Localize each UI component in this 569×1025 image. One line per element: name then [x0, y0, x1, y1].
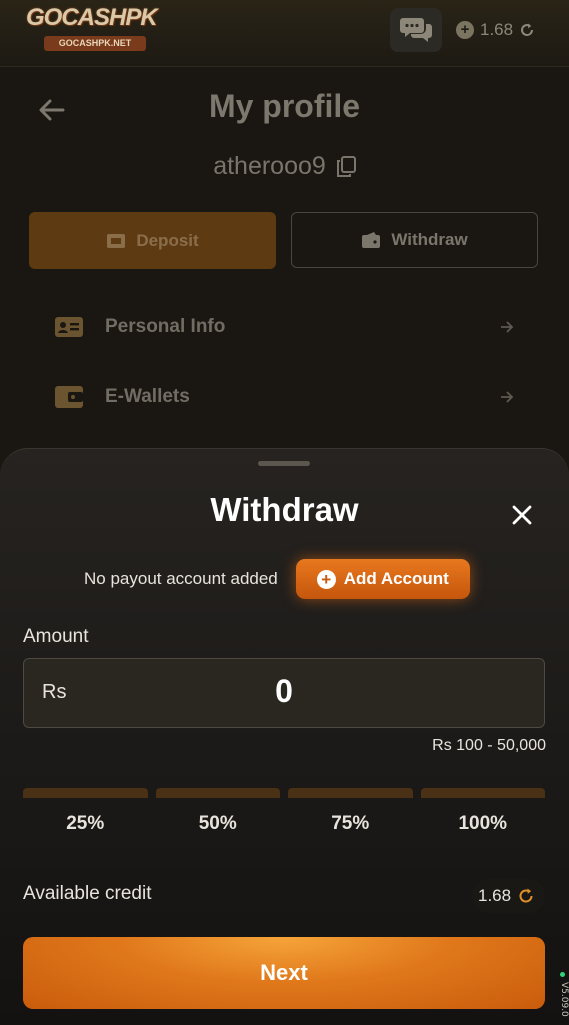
drag-handle[interactable] — [258, 461, 310, 466]
close-icon[interactable] — [508, 501, 536, 529]
copy-icon[interactable] — [336, 155, 356, 178]
pct-option-25[interactable]: 25% — [23, 813, 148, 835]
wallet-icon — [55, 386, 83, 408]
id-card-icon — [55, 317, 83, 337]
pct-option-100[interactable]: 100% — [421, 813, 546, 835]
add-account-label: Add Account — [343, 569, 449, 588]
sheet-title: Withdraw — [210, 491, 359, 528]
available-credit-label: Available credit — [23, 883, 152, 904]
menu-label: E-Wallets — [105, 386, 190, 407]
pct-option-50[interactable]: 50% — [156, 813, 281, 835]
username-row: atherooo9 — [0, 152, 569, 181]
plus-circle-icon[interactable]: + — [456, 21, 474, 39]
deposit-icon — [107, 233, 126, 248]
logo-text: GOCASHPK — [26, 4, 158, 31]
percentage-options: 25% 50% 75% 100% — [23, 813, 545, 835]
withdraw-label: Withdraw — [391, 230, 468, 249]
pct-bar-100[interactable] — [420, 788, 545, 798]
arrow-right-icon — [501, 391, 514, 403]
menu-label: Personal Info — [105, 316, 226, 337]
available-credit-value: 1.68 — [478, 886, 512, 905]
amount-label: Amount — [23, 626, 89, 647]
logo-subtext: GOCASHPK.NET — [44, 36, 146, 51]
deposit-label: Deposit — [136, 230, 199, 250]
refresh-icon[interactable] — [517, 887, 535, 905]
pct-bar-75[interactable] — [288, 788, 413, 798]
brand-logo[interactable]: GOCASHPK GOCASHPK.NET — [26, 4, 168, 52]
available-credit-pill[interactable]: 1.68 — [472, 879, 546, 913]
plus-icon: + — [316, 569, 336, 589]
withdraw-tab-button[interactable]: Withdraw — [291, 212, 538, 268]
pct-bar-50[interactable] — [155, 788, 280, 798]
refresh-icon[interactable] — [519, 22, 535, 38]
withdraw-icon — [362, 232, 381, 248]
withdraw-sheet: Withdraw No payout account added + Add A… — [0, 448, 569, 1025]
amount-input[interactable]: Rs 0 — [23, 658, 545, 728]
username: atherooo9 — [213, 152, 326, 180]
menu-item-personal-info[interactable]: Personal Info — [54, 307, 514, 347]
header-balance[interactable]: + 1.68 — [456, 18, 535, 42]
balance-value: 1.68 — [480, 20, 514, 39]
status-dot — [560, 972, 565, 977]
chat-button[interactable] — [390, 8, 442, 52]
add-account-button[interactable]: + Add Account — [295, 559, 470, 599]
version-label: V5.09.0 — [559, 982, 569, 1017]
pct-option-75[interactable]: 75% — [288, 813, 413, 835]
menu-item-e-wallets[interactable]: E-Wallets — [54, 377, 514, 417]
pct-bar-25[interactable] — [23, 788, 148, 798]
top-bar: GOCASHPK GOCASHPK.NET + 1.68 — [0, 0, 569, 67]
arrow-right-icon — [501, 321, 514, 333]
next-button[interactable]: Next — [23, 937, 545, 1009]
page-title: My profile — [208, 88, 361, 124]
amount-value[interactable]: 0 — [24, 673, 544, 710]
chat-icon — [400, 18, 432, 42]
amount-range: Rs 100 - 50,000 — [432, 737, 546, 754]
payout-row: No payout account added + Add Account — [84, 559, 470, 599]
deposit-button[interactable]: Deposit — [29, 212, 276, 269]
payout-status-text: No payout account added — [84, 569, 278, 588]
percentage-bars — [23, 788, 545, 798]
